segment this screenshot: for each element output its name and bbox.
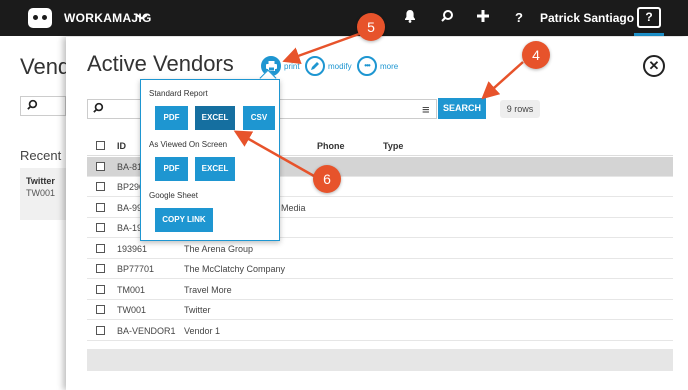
arrow-4 <box>481 61 524 100</box>
annotation-arrows <box>233 32 524 178</box>
annotation-badge-6: 6 <box>313 165 341 193</box>
annotation-badge-4: 4 <box>522 41 550 69</box>
arrow-5 <box>282 32 360 64</box>
annotation-badge-5: 5 <box>357 13 385 41</box>
arrow-6 <box>233 130 315 178</box>
